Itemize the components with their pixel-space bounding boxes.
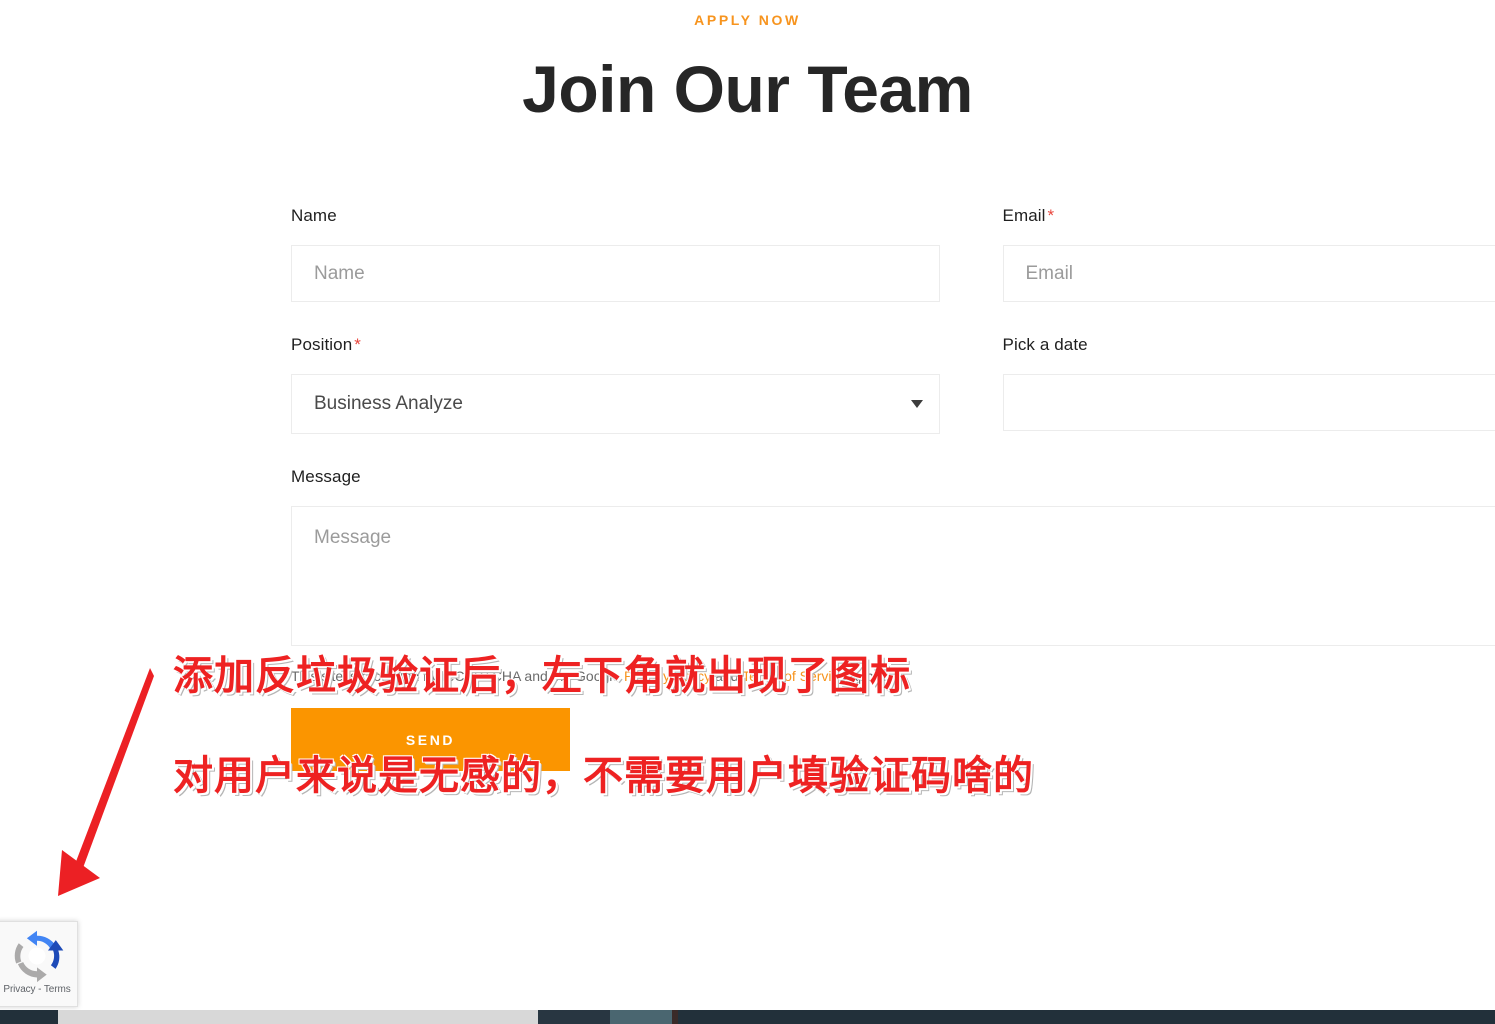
- form-row-1: Name Email*: [291, 206, 1495, 302]
- label-email-text: Email: [1002, 206, 1046, 225]
- recaptcha-links[interactable]: Privacy - Terms: [3, 984, 70, 995]
- field-position: Position *: [291, 335, 940, 434]
- position-select-wrapper: [291, 374, 940, 434]
- email-input[interactable]: [1002, 245, 1495, 302]
- date-input[interactable]: [1002, 374, 1495, 431]
- recaptcha-separator: -: [35, 984, 44, 995]
- annotation-line-1: 添加反垃圾验证后，左下角就出现了图标: [173, 653, 911, 699]
- taskbar-segment-light: [58, 1010, 538, 1024]
- position-required-marker: *: [354, 335, 361, 354]
- recaptcha-badge[interactable]: Privacy - Terms: [0, 921, 78, 1007]
- email-required-marker: *: [1047, 206, 1055, 225]
- annotation-line-2: 对用户来说是无感的，不需要用户填验证码啥的: [173, 753, 1034, 799]
- taskbar-segment-dark-2: [678, 1010, 1495, 1024]
- taskbar-segment-dark-1: [538, 1010, 610, 1024]
- recaptcha-logo-icon: [14, 930, 64, 983]
- row-spacer-2: [291, 434, 1495, 467]
- field-message: Message: [291, 467, 1495, 646]
- label-email: Email *: [1003, 206, 1495, 226]
- label-name-text: Name: [291, 206, 337, 225]
- form-row-2: Position* Pick a date: [291, 335, 1495, 434]
- recaptcha-privacy-link[interactable]: Privacy: [3, 984, 35, 995]
- position-select[interactable]: [291, 374, 940, 434]
- label-position-text: Position: [291, 335, 353, 354]
- form-row-3: Message: [291, 467, 1495, 646]
- page-root: APPLY NOW Join Our Team Name Email* Pos: [0, 0, 1495, 1024]
- label-name: Name: [291, 206, 940, 226]
- label-message: Message: [291, 467, 1495, 487]
- page-title: Join Our Team: [522, 52, 973, 126]
- red-arrow-icon: [58, 668, 154, 896]
- recaptcha-terms-link[interactable]: Terms: [44, 984, 71, 995]
- name-input[interactable]: [291, 245, 940, 302]
- field-name: Name: [291, 206, 940, 302]
- label-date: Pick a date: [1003, 335, 1495, 355]
- label-message-text: Message: [291, 467, 361, 486]
- field-email: Email *: [1002, 206, 1495, 302]
- field-date: Pick a date: [1002, 335, 1495, 434]
- label-position: Position *: [291, 335, 940, 355]
- eyebrow-apply-now: APPLY NOW: [694, 12, 801, 28]
- message-textarea[interactable]: [291, 506, 1495, 646]
- os-taskbar-strip: [0, 1010, 1495, 1024]
- label-date-text: Pick a date: [1002, 335, 1088, 354]
- taskbar-segment-mid: [610, 1010, 672, 1024]
- row-spacer-1: [291, 302, 1495, 335]
